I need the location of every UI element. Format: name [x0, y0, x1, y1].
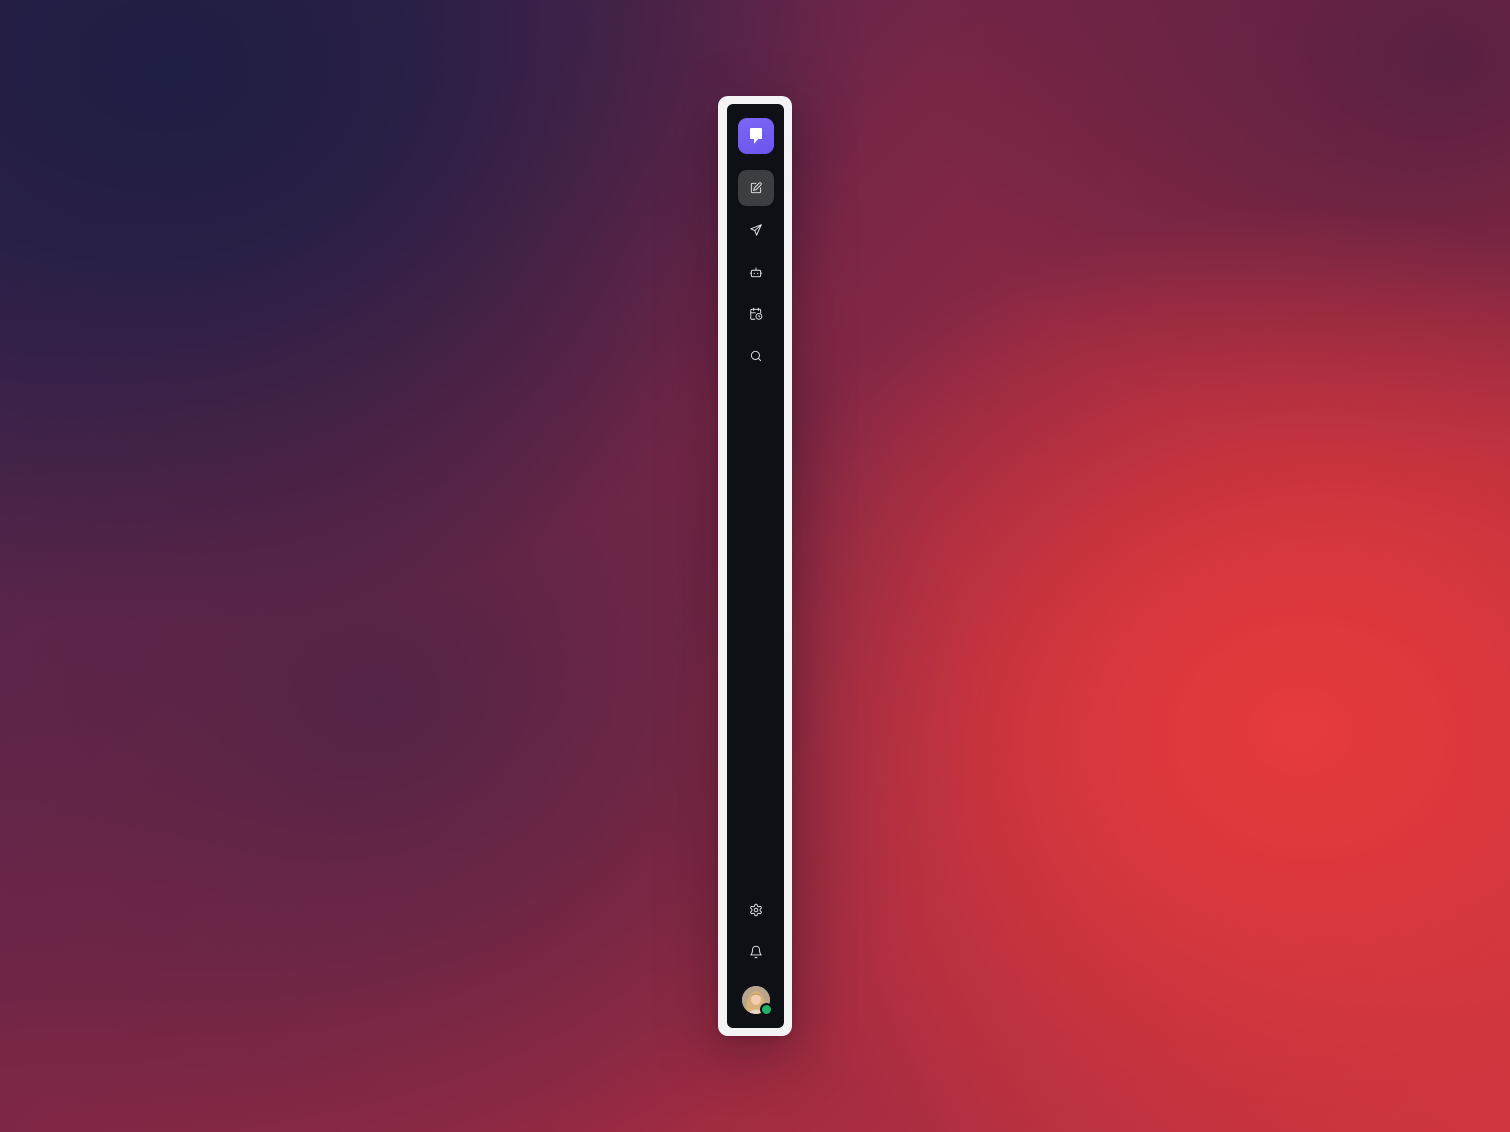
send-button[interactable] — [738, 212, 774, 248]
compose-button[interactable] — [737, 170, 774, 206]
sidebar-bottom — [738, 892, 774, 1028]
edit-icon — [750, 182, 762, 194]
sidebar-frame — [718, 96, 792, 1036]
schedule-button[interactable] — [738, 296, 774, 332]
bot-button[interactable] — [738, 254, 774, 290]
sidebar — [727, 104, 784, 1028]
gear-icon — [749, 903, 762, 917]
settings-button[interactable] — [738, 892, 774, 928]
app-logo[interactable] — [737, 118, 774, 154]
calendar-clock-icon — [749, 307, 762, 320]
send-icon — [749, 224, 762, 236]
user-avatar-button[interactable] — [741, 986, 773, 1016]
online-status-indicator — [759, 1003, 773, 1016]
bell-icon — [749, 945, 762, 959]
bot-icon — [749, 267, 762, 278]
notifications-button[interactable] — [738, 934, 774, 970]
search-icon — [750, 350, 761, 362]
search-button[interactable] — [738, 338, 774, 374]
chat-bubble-logo-icon — [749, 128, 762, 144]
